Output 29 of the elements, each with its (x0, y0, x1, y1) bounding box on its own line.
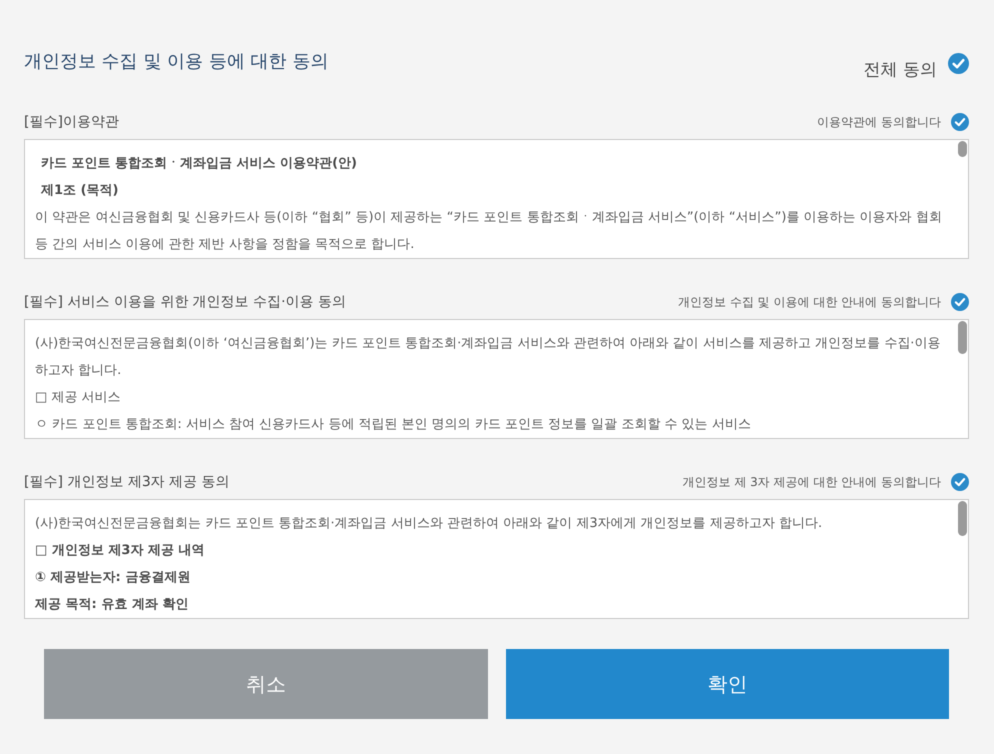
terms-text-box[interactable]: (사)한국여신전문금융협회는 카드 포인트 통합조회·계좌입금 서비스와 관련하여 아래와 같이 제3자에게 개인정보를 제공하고자 합니다. □ 개인정보 제3자 제공 내역 ① 제공받는자: 금융결제원 제공 목적: 유효 계좌 확인 (24, 499, 969, 619)
agree-label[interactable]: 개인정보 제 3자 제공에 대한 안내에 동의합니다 (682, 474, 941, 490)
section-title: [필수] 서비스 이용을 위한 개인정보 수집·이용 동의 (24, 293, 346, 311)
terms-subheading: ① 제공받는자: 금융결제원 (35, 569, 192, 587)
agree-label[interactable]: 개인정보 수집 및 이용에 대한 안내에 동의합니다 (678, 294, 941, 310)
check-circle-icon[interactable] (951, 113, 969, 131)
terms-paragraph: ㅇ 카드 포인트 통합조회: 서비스 참여 신용카드사 등에 적립된 본인 명의의 카드 포인트 정보를 일괄 조회할 수 있는 서비스 (35, 416, 752, 434)
terms-paragraph: 이 약관은 여신금융협회 및 신용카드사 등(이하 “협회” 등)이 제공하는 “카드 포인트 통합조회ㆍ계좌입금 서비스”(이하 “서비스”)를 이용하는 이용자와 협회 등 간의 서비스 이용에 관한 제반 사항을 정함을 목적으로 합니다. (35, 209, 943, 254)
confirm-button[interactable]: 확인 (506, 649, 949, 719)
agree-label[interactable]: 이용약관에 동의합니다 (817, 114, 941, 130)
scrollbar-thumb[interactable] (958, 141, 967, 157)
terms-paragraph: (사)한국여신전문금융협회는 카드 포인트 통합조회·계좌입금 서비스와 관련하여 아래와 같이 제3자에게 개인정보를 제공하고자 합니다. (35, 515, 824, 533)
check-circle-icon[interactable] (951, 473, 969, 491)
terms-subheading: □ 개인정보 제3자 제공 내역 (35, 542, 206, 560)
terms-paragraph: (사)한국여신전문금융협회(이하 ‘여신금융협회’)는 카드 포인트 통합조회·계좌입금 서비스와 관련하여 아래와 같이 서비스를 제공하고 개인정보를 수집·이용하고자 합니다. (35, 335, 942, 380)
section-title: [필수] 개인정보 제3자 제공 동의 (24, 473, 230, 491)
scrollbar-thumb[interactable] (958, 501, 967, 536)
check-circle-icon[interactable] (948, 53, 969, 74)
terms-subheading: 제공 목적: 유효 계좌 확인 (35, 596, 190, 614)
terms-heading: 카드 포인트 통합조회ㆍ계좌입금 서비스 이용약관(안) (40, 155, 358, 173)
terms-paragraph: □ 제공 서비스 (35, 389, 122, 407)
agree-all-label[interactable]: 전체 동의 (864, 58, 937, 82)
section-title: [필수]이용약관 (24, 113, 119, 131)
scrollbar-thumb[interactable] (958, 321, 967, 354)
terms-text-box[interactable]: (사)한국여신전문금융협회(이하 ‘여신금융협회’)는 카드 포인트 통합조회·계좌입금 서비스와 관련하여 아래와 같이 서비스를 제공하고 개인정보를 수집·이용하고자 합니다. □ 제공 서비스 ㅇ 카드 포인트 통합조회: 서비스 참여 신용카드사 등에 적립된 본인 명의의 카드 포인트 정보를 일괄 조회할 수 있는 서비스 (24, 319, 969, 439)
check-circle-icon[interactable] (951, 293, 969, 311)
page-title: 개인정보 수집 및 이용 등에 대한 동의 (24, 50, 328, 74)
terms-text-box[interactable]: 카드 포인트 통합조회ㆍ계좌입금 서비스 이용약관(안) 제1조 (목적) 이 약관은 여신금융협회 및 신용카드사 등(이하 “협회” 등)이 제공하는 “카드 포인트 통합조회ㆍ계좌입금 서비스”(이하 “서비스”)를 이용하는 이용자와 협회 등 간의 서비스 이용에 관한 제반 사항을 정함을 목적으로 합니다. (24, 139, 969, 259)
terms-heading: 제1조 (목적) (40, 182, 120, 200)
